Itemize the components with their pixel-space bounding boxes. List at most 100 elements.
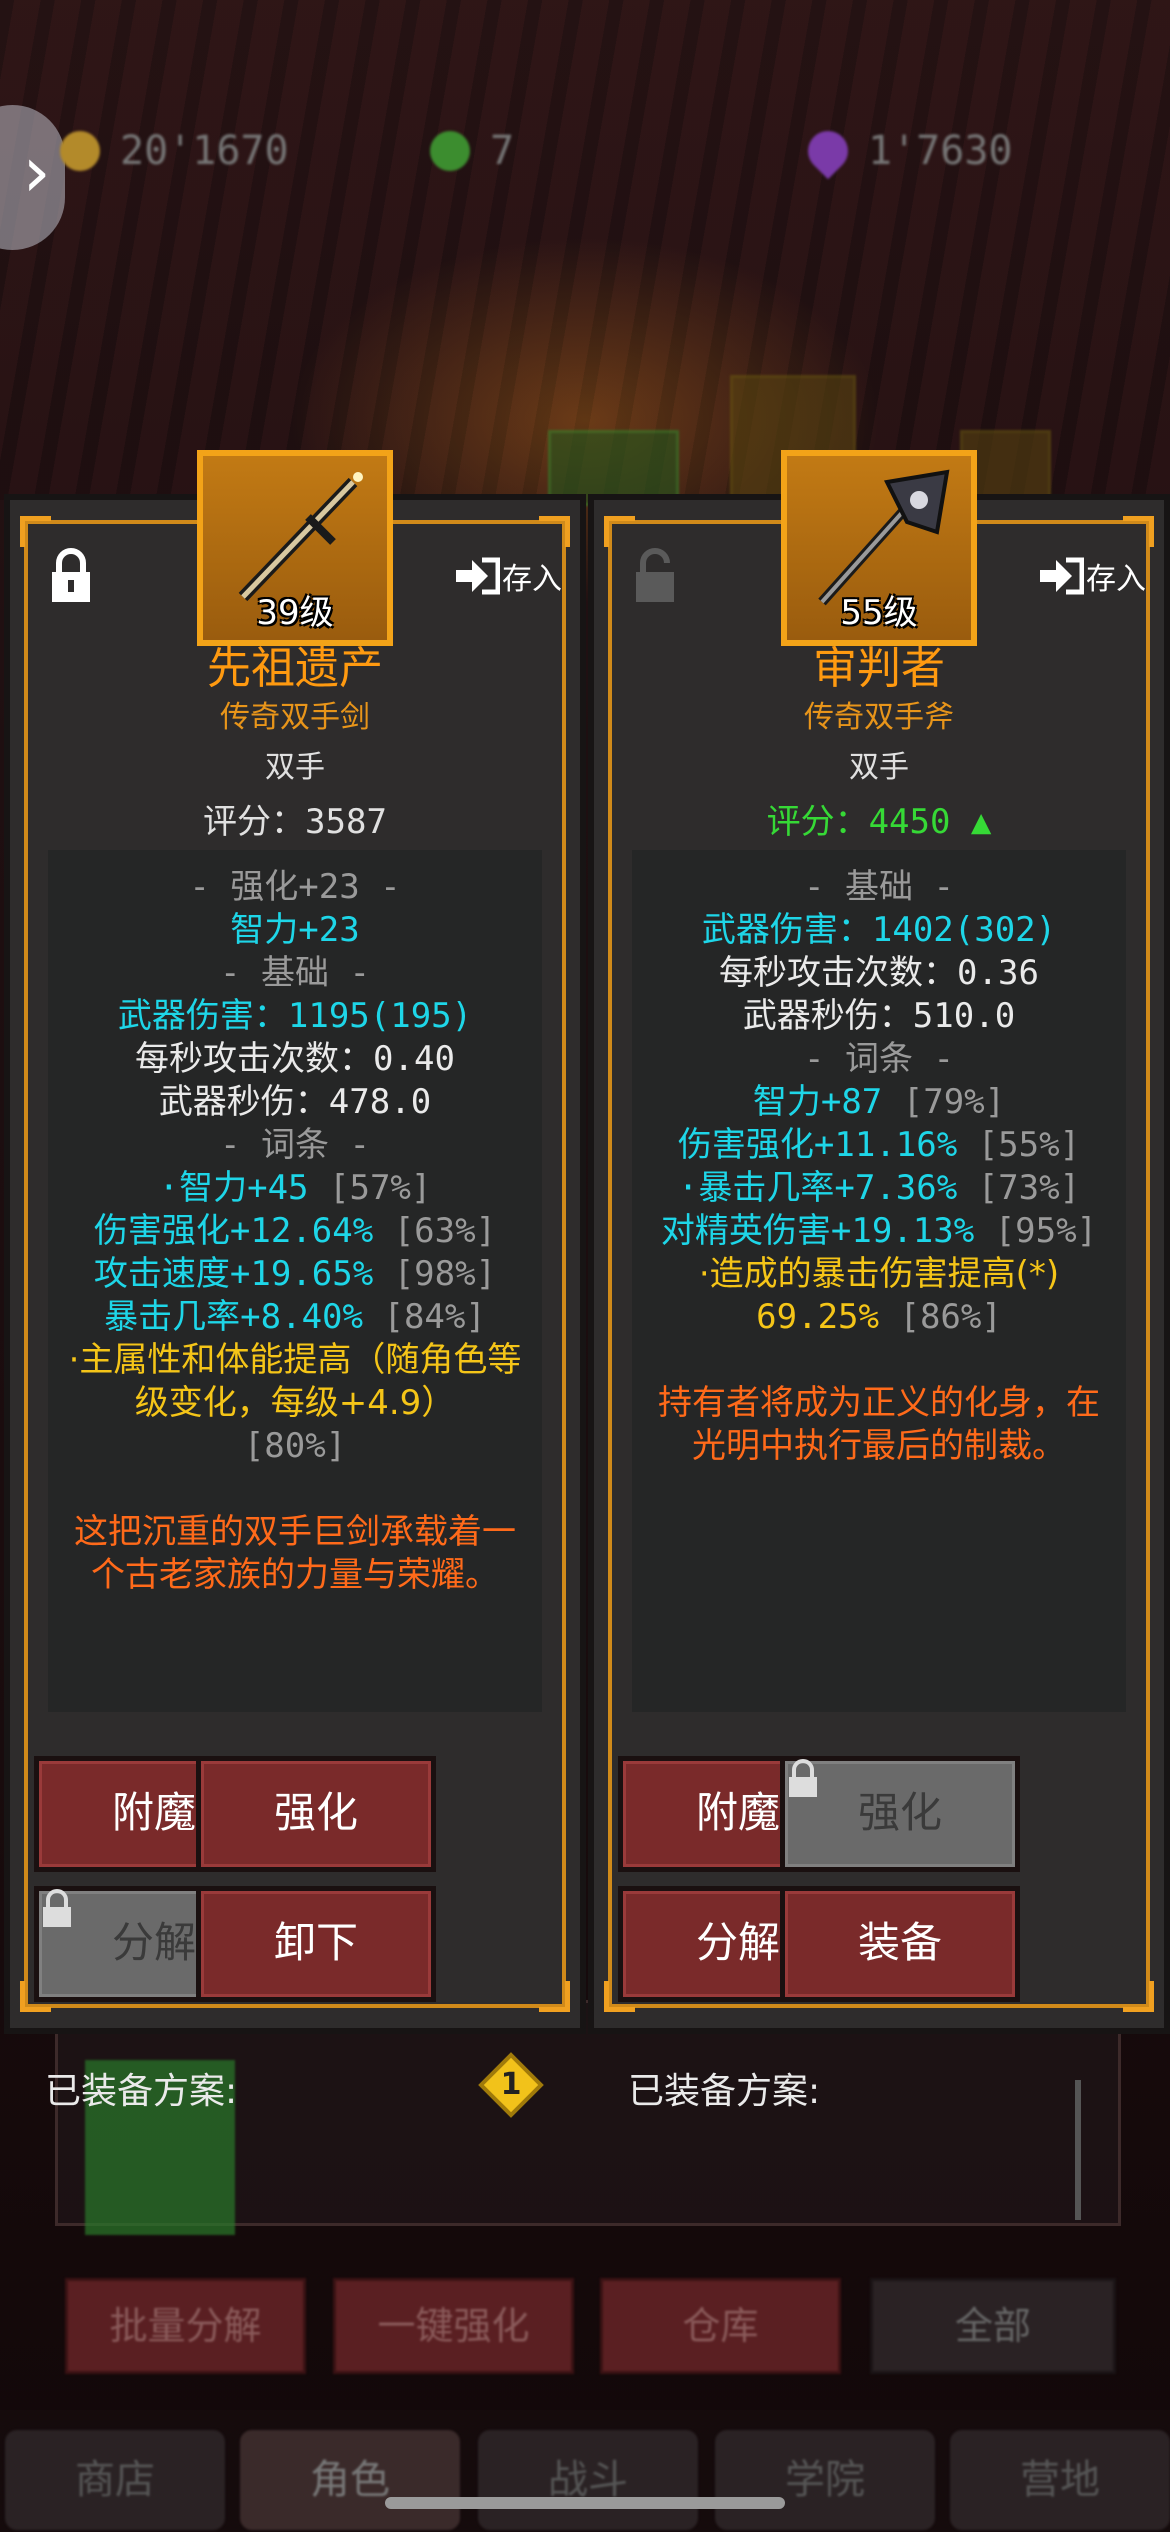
tab-character[interactable]: 角色 bbox=[240, 2430, 460, 2530]
affix-text: 对精英伤害+19.13% bbox=[660, 1211, 975, 1251]
item-hand: 双手 bbox=[265, 750, 325, 785]
affix-text: ·暴击几率+7.36% bbox=[677, 1168, 958, 1208]
soul-drop-icon bbox=[799, 122, 857, 180]
affix-text: ·智力+45 bbox=[158, 1168, 309, 1208]
enhance-stat: 智力+23 bbox=[230, 910, 360, 950]
affix-percent: [79%] bbox=[902, 1082, 1006, 1122]
affix-row: ·智力+45 [57%] bbox=[58, 1167, 532, 1210]
item-icon-sword: 39级 bbox=[197, 450, 393, 646]
weapon-dps: 武器秒伤：478.0 bbox=[158, 1082, 432, 1122]
affix-percent: [95%] bbox=[994, 1211, 1098, 1251]
gold-amount: 20'1670 bbox=[120, 128, 289, 174]
tab-academy[interactable]: 学院 bbox=[715, 2430, 935, 2530]
home-indicator bbox=[385, 2497, 785, 2509]
affix-percent: [57%] bbox=[329, 1168, 432, 1208]
enhance-header: - 强化+23 - bbox=[189, 867, 401, 907]
affix-percent: [73%] bbox=[977, 1168, 1081, 1208]
salvage-label: 分解 bbox=[111, 1918, 196, 1967]
affix-legendary: ·主属性和体能提高（随角色等级变化，每级+4.9） bbox=[68, 1340, 522, 1423]
gem-amount: 7 bbox=[490, 128, 515, 174]
affix-percent: [84%] bbox=[383, 1297, 486, 1337]
background-vines bbox=[0, 0, 1170, 500]
filter-dropdown[interactable]: 全部 bbox=[870, 2278, 1116, 2374]
store-button[interactable]: 存入 bbox=[454, 554, 562, 598]
affix-text: 伤害强化+11.16% bbox=[677, 1125, 958, 1165]
item-level: 39级 bbox=[256, 593, 334, 633]
equipped-loadout-label: 已装备方案: bbox=[45, 2071, 238, 2112]
gold-coin-icon bbox=[60, 131, 100, 171]
affix-percent: [55%] bbox=[977, 1125, 1081, 1165]
warehouse-button[interactable]: 仓库 bbox=[600, 2278, 841, 2374]
affix-row: 伤害强化+11.16% [55%] bbox=[642, 1124, 1116, 1167]
affix-value: 69.25% bbox=[756, 1297, 879, 1337]
affix-row: 智力+87 [79%] bbox=[642, 1081, 1116, 1124]
affix-row: 伤害强化+12.64% [63%] bbox=[58, 1210, 532, 1253]
store-label: 存入 bbox=[1086, 562, 1146, 597]
bulk-salvage-button[interactable]: 批量分解 bbox=[65, 2278, 306, 2374]
affix-row: 暴击几率+8.40% [84%] bbox=[58, 1296, 532, 1339]
upgrade-label: 强化 bbox=[857, 1788, 942, 1837]
weapon-dps: 武器秒伤：510.0 bbox=[742, 996, 1016, 1036]
attack-speed: 每秒攻击次数：0.40 bbox=[135, 1039, 455, 1079]
compare-item-card: 55级 存入 审判者 传奇双手斧 双手 评分：4450 ▲ - 基础 - 武器伤… bbox=[588, 450, 1170, 2034]
affix-header: - 词条 - bbox=[220, 1125, 370, 1165]
equip-button[interactable]: 装备 bbox=[780, 1886, 1020, 2002]
affix-text: 智力+87 bbox=[752, 1082, 883, 1122]
item-type: 传奇双手剑 bbox=[220, 700, 370, 735]
item-hand: 双手 bbox=[849, 750, 909, 785]
affix-row: 攻击速度+19.65% [98%] bbox=[58, 1253, 532, 1296]
affix-header: - 词条 - bbox=[804, 1039, 954, 1079]
affix-row: 对精英伤害+19.13% [95%] bbox=[642, 1210, 1116, 1253]
tab-battle[interactable]: 战斗 bbox=[478, 2430, 698, 2530]
soul-amount: 1'7630 bbox=[868, 128, 1013, 174]
store-arrow-icon bbox=[456, 557, 500, 595]
upgrade-button[interactable]: 强化 bbox=[196, 1756, 436, 1872]
weapon-damage: 武器伤害：1195(195) bbox=[117, 996, 473, 1036]
gem-icon bbox=[430, 131, 470, 171]
tab-shop[interactable]: 商店 bbox=[5, 2430, 225, 2530]
lock-icon[interactable] bbox=[46, 546, 96, 606]
affix-percent: [63%] bbox=[393, 1211, 497, 1251]
item-flavor-text: 这把沉重的双手巨剑承载着一个古老家族的力量与荣耀。 bbox=[74, 1512, 516, 1595]
base-header: - 基础 - bbox=[804, 867, 954, 907]
gem-counter: 7 bbox=[430, 128, 514, 174]
affix-row: ·暴击几率+7.36% [73%] bbox=[642, 1167, 1116, 1210]
gold-counter: 20'1670 bbox=[60, 128, 289, 174]
weapon-damage: 武器伤害：1402(302) bbox=[701, 910, 1057, 950]
equipped-loadout-label: 已装备方案: bbox=[628, 2071, 821, 2112]
small-lock-icon bbox=[43, 1889, 71, 1927]
affix-text: 攻击速度+19.65% bbox=[93, 1254, 374, 1294]
store-arrow-icon bbox=[1040, 557, 1084, 595]
tab-camp[interactable]: 营地 bbox=[950, 2430, 1170, 2530]
unequip-button[interactable]: 卸下 bbox=[196, 1886, 436, 2002]
item-score: 评分：3587 bbox=[203, 802, 387, 842]
item-level: 55级 bbox=[840, 593, 918, 633]
store-button[interactable]: 存入 bbox=[1038, 554, 1146, 598]
affix-legendary: ·造成的暴击伤害提高(*) bbox=[698, 1254, 1060, 1294]
attack-speed: 每秒攻击次数：0.36 bbox=[719, 953, 1039, 993]
item-score-better: 评分：4450 ▲ bbox=[766, 802, 992, 842]
affix-row: 69.25% [86%] bbox=[642, 1296, 1116, 1339]
soul-counter: 1'7630 bbox=[799, 122, 1013, 180]
base-header: - 基础 - bbox=[220, 953, 370, 993]
affix-text: 伤害强化+12.64% bbox=[93, 1211, 374, 1251]
one-click-upgrade-button[interactable]: 一键强化 bbox=[333, 2278, 574, 2374]
affix-text: 暴击几率+8.40% bbox=[104, 1297, 363, 1337]
affix-percent: [86%] bbox=[899, 1297, 1002, 1337]
small-lock-icon bbox=[789, 1759, 817, 1797]
item-name: 先祖遗产 bbox=[207, 643, 383, 694]
item-type: 传奇双手斧 bbox=[804, 700, 954, 735]
loadout-badge-number[interactable]: 1 bbox=[478, 2052, 544, 2118]
inventory-scrollbar[interactable] bbox=[1075, 2080, 1081, 2220]
item-flavor-text: 持有者将成为正义的化身，在光明中执行最后的制裁。 bbox=[658, 1383, 1100, 1466]
equipped-item-card: 39级 存入 先祖遗产 传奇双手剑 双手 评分：3587 - 强化+23 - 智… bbox=[4, 450, 586, 2034]
unlock-icon[interactable] bbox=[630, 546, 680, 606]
item-icon-axe: 55级 bbox=[781, 450, 977, 646]
upgrade-button[interactable]: 强化 bbox=[780, 1756, 1020, 1872]
item-name: 审判者 bbox=[813, 643, 945, 694]
item-stats-panel: - 强化+23 - 智力+23 - 基础 - 武器伤害：1195(195) 每秒… bbox=[48, 850, 542, 1712]
store-label: 存入 bbox=[502, 562, 562, 597]
affix-percent: [98%] bbox=[393, 1254, 497, 1294]
affix-percent: [80%] bbox=[243, 1426, 347, 1466]
item-stats-panel: - 基础 - 武器伤害：1402(302) 每秒攻击次数：0.36 武器秒伤：5… bbox=[632, 850, 1126, 1712]
